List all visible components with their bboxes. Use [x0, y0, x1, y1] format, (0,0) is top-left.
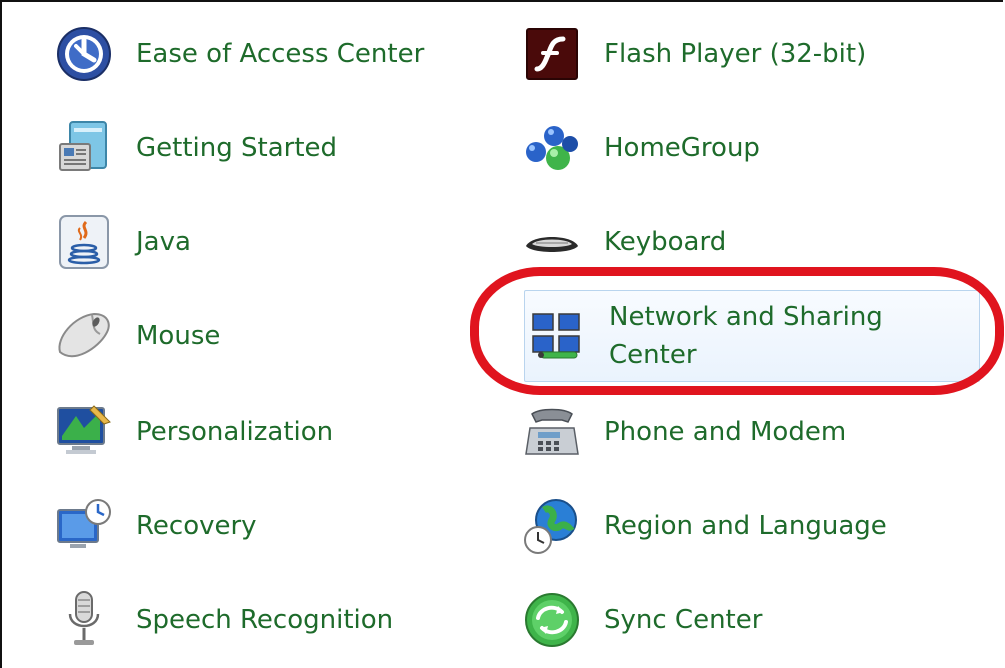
phone-icon: [522, 402, 582, 462]
item-label: Java: [136, 227, 191, 257]
homegroup-icon: [522, 118, 582, 178]
item-sync-center[interactable]: Sync Center: [522, 588, 982, 652]
item-homegroup[interactable]: HomeGroup: [522, 116, 982, 180]
item-label: Mouse: [136, 321, 221, 351]
item-label: Keyboard: [604, 227, 727, 257]
item-label: Network and Sharing Center: [609, 302, 883, 370]
item-label: Getting Started: [136, 133, 338, 163]
item-recovery[interactable]: Recovery: [54, 494, 474, 558]
item-label: Phone and Modem: [604, 417, 847, 447]
item-phone-and-modem[interactable]: Phone and Modem: [522, 400, 982, 464]
item-getting-started[interactable]: Getting Started: [54, 116, 474, 180]
item-label: Ease of Access Center: [136, 39, 425, 69]
getting-started-icon: [54, 118, 114, 178]
item-label: Recovery: [136, 511, 257, 541]
item-speech-recognition[interactable]: Speech Recognition: [54, 588, 474, 652]
item-label: Personalization: [136, 417, 334, 447]
flash-player-icon: [522, 24, 582, 84]
item-flash-player[interactable]: Flash Player (32-bit): [522, 22, 982, 86]
item-label: HomeGroup: [604, 133, 760, 163]
globe-clock-icon: [522, 496, 582, 556]
keyboard-icon: [522, 212, 582, 272]
ease-of-access-icon: [54, 24, 114, 84]
network-icon: [527, 306, 587, 366]
item-keyboard[interactable]: Keyboard: [522, 210, 982, 274]
personalization-icon: [54, 402, 114, 462]
control-panel-items: Ease of Access Center Getting Started Ja…: [0, 0, 1004, 668]
sync-icon: [522, 590, 582, 650]
microphone-icon: [54, 590, 114, 650]
item-label: Flash Player (32-bit): [604, 39, 867, 69]
java-icon: [54, 212, 114, 272]
item-network-and-sharing-center[interactable]: Network and Sharing Center: [524, 290, 980, 382]
recovery-icon: [54, 496, 114, 556]
item-ease-of-access-center[interactable]: Ease of Access Center: [54, 22, 474, 86]
item-region-and-language[interactable]: Region and Language: [522, 494, 982, 558]
item-label: Speech Recognition: [136, 605, 394, 635]
item-mouse[interactable]: Mouse: [54, 304, 474, 368]
mouse-icon: [54, 306, 114, 366]
item-personalization[interactable]: Personalization: [54, 400, 474, 464]
item-label: Region and Language: [604, 511, 887, 541]
item-label: Sync Center: [604, 605, 763, 635]
item-java[interactable]: Java: [54, 210, 474, 274]
